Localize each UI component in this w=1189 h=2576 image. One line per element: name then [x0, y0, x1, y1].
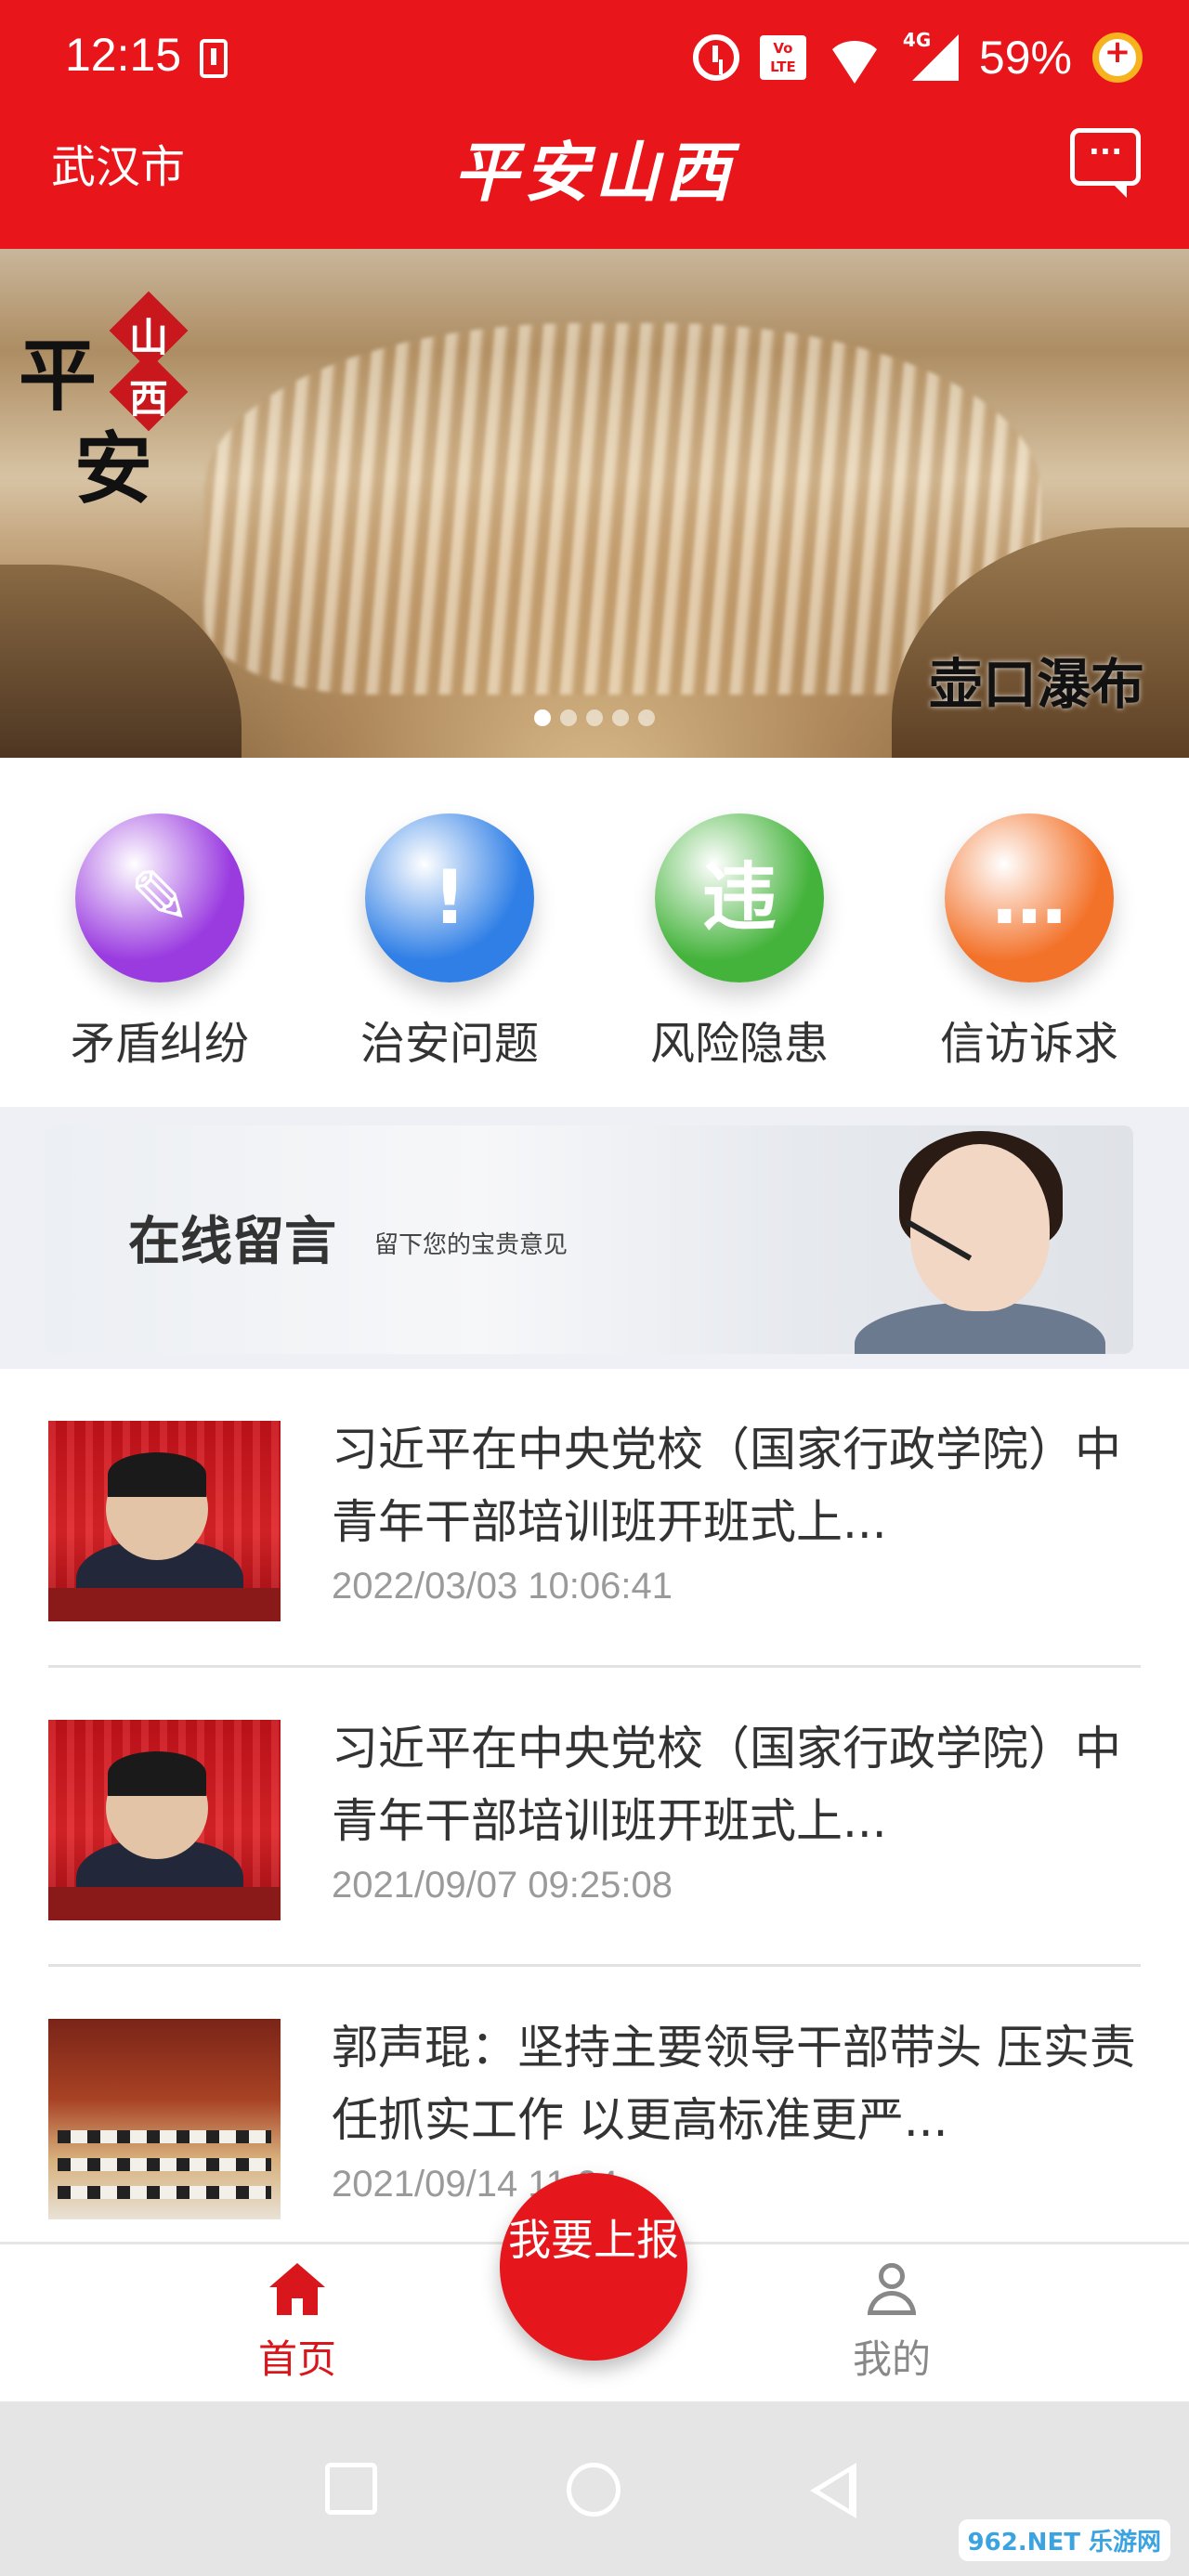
- nav-home-label: 首页: [257, 2336, 336, 2382]
- news-thumbnail: [48, 1421, 281, 1621]
- alert-orbit-icon: !: [365, 813, 534, 982]
- app-header: 武汉市 平安山西: [0, 121, 1189, 249]
- quick-action-label: 信访诉求: [939, 1018, 1118, 1070]
- home-icon: [269, 2263, 325, 2315]
- quick-action-label: 矛盾纠纷: [70, 1018, 249, 1070]
- signal-icon: 4G: [903, 29, 959, 81]
- report-button[interactable]: 我要上报: [500, 2173, 687, 2361]
- quick-action-label: 治安问题: [359, 1018, 539, 1070]
- carousel-dot[interactable]: [612, 709, 629, 726]
- nav-me-label: 我的: [852, 2336, 931, 2382]
- news-title: 郭声琨：坚持主要领导干部带头 压实责任抓实工作 以更高标准更严...: [332, 2021, 1136, 2147]
- recent-apps-icon[interactable]: [325, 2463, 377, 2515]
- carousel-indicator: [534, 709, 655, 726]
- carousel-dot[interactable]: [534, 709, 551, 726]
- quick-action-risk[interactable]: 违 风险隐患: [619, 813, 860, 1072]
- news-date: 2022/03/03 10:06:41: [332, 1566, 673, 1607]
- app-title: 平安山西: [453, 134, 736, 211]
- online-message-title: 在线留言: [128, 1211, 336, 1272]
- alarm-icon: [692, 34, 739, 81]
- online-message-subtitle: 留下您的宝贵意见: [374, 1231, 568, 1259]
- carousel-dot[interactable]: [560, 709, 577, 726]
- news-list: 习近平在中央党校（国家行政学院）中青年干部培训班开班式上... 2022/03/…: [0, 1369, 1189, 2242]
- quick-action-security[interactable]: ! 治安问题: [329, 813, 570, 1072]
- risk-search-icon: 违: [655, 813, 824, 982]
- status-bar: 12:15 Vo LTE 4G 59%: [0, 0, 1189, 121]
- banner-logo: 平 安 山 西: [19, 286, 195, 514]
- news-thumbnail: [48, 2019, 281, 2219]
- wifi-icon: [826, 41, 882, 84]
- news-item[interactable]: 习近平在中央党校（国家行政学院）中青年干部培训班开班式上... 2021/09/…: [48, 1668, 1141, 1967]
- back-icon[interactable]: [810, 2463, 856, 2518]
- user-icon: [864, 2263, 920, 2315]
- document-gavel-icon: ✎: [75, 813, 244, 982]
- carousel-dot[interactable]: [638, 709, 655, 726]
- volte-icon: Vo LTE: [759, 35, 806, 80]
- system-navigation-bar: 962.NET 乐游网: [0, 2401, 1189, 2576]
- status-time: 12:15: [65, 29, 182, 81]
- banner-carousel[interactable]: 平 安 山 西 壶口瀑布: [0, 249, 1189, 758]
- news-title: 习近平在中央党校（国家行政学院）中青年干部培训班开班式上...: [332, 1722, 1121, 1848]
- online-message-section: 在线留言 留下您的宝贵意见: [0, 1107, 1189, 1369]
- customer-service-agent-image: [817, 1125, 1124, 1354]
- quick-action-label: 风险隐患: [649, 1018, 829, 1070]
- news-date: 2021/09/07 09:25:08: [332, 1865, 673, 1906]
- nav-me[interactable]: 我的: [799, 2263, 985, 2385]
- watermark: 962.NET 乐游网: [958, 2519, 1170, 2561]
- download-icon: [200, 39, 228, 78]
- news-item[interactable]: 习近平在中央党校（国家行政学院）中青年干部培训班开班式上... 2022/03/…: [48, 1369, 1141, 1668]
- quick-action-dispute[interactable]: ✎ 矛盾纠纷: [39, 813, 281, 1072]
- chat-bubbles-icon: …: [945, 813, 1114, 982]
- battery-saver-icon: [1092, 33, 1143, 83]
- quick-action-petition[interactable]: … 信访诉求: [908, 813, 1150, 1072]
- status-icons: Vo LTE 4G 59%: [692, 28, 1143, 87]
- news-title: 习近平在中央党校（国家行政学院）中青年干部培训班开班式上...: [332, 1423, 1121, 1549]
- carousel-dot[interactable]: [586, 709, 603, 726]
- home-button-icon[interactable]: [567, 2463, 621, 2517]
- nav-home[interactable]: 首页: [204, 2263, 390, 2385]
- battery-percent: 59%: [978, 32, 1072, 84]
- message-icon[interactable]: [1070, 128, 1141, 198]
- banner-caption: 壶口瀑布: [928, 653, 1144, 716]
- top-bar: 12:15 Vo LTE 4G 59% 武汉市 平安山西: [0, 0, 1189, 249]
- quick-actions: ✎ 矛盾纠纷 ! 治安问题 违 风险隐患 … 信访诉求: [0, 758, 1189, 1107]
- online-message-banner[interactable]: 在线留言 留下您的宝贵意见: [45, 1125, 1133, 1354]
- news-thumbnail: [48, 1720, 281, 1920]
